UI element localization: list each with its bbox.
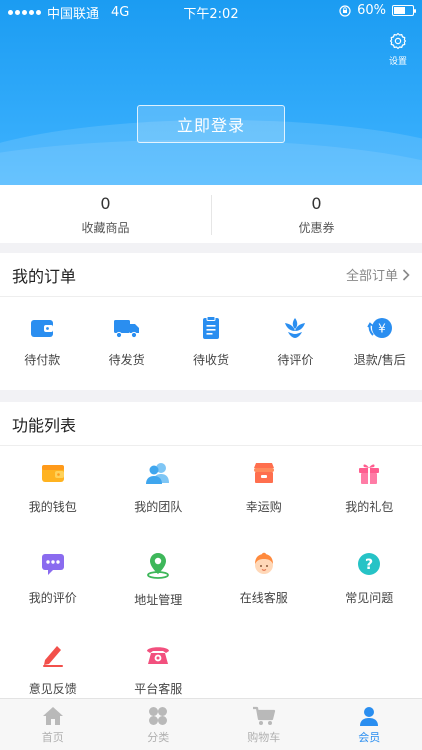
func-label: 常见问题 <box>345 591 394 605</box>
svg-text:¥: ¥ <box>378 322 386 336</box>
func-label: 我的评价 <box>28 591 77 605</box>
settings-button[interactable]: 设置 <box>384 32 412 67</box>
header-banner: 中国联通 4G 下午2:02 60% 设置 立即登录 <box>0 0 422 185</box>
stat-label: 优惠券 <box>298 221 335 235</box>
section-title: 功能列表 <box>12 415 77 435</box>
chat-icon <box>41 554 64 575</box>
all-orders-label: 全部订单 <box>345 269 398 284</box>
func-label: 在线客服 <box>239 591 288 605</box>
location-icon <box>147 553 170 579</box>
func-address[interactable]: 地址管理 <box>106 551 212 642</box>
order-refund[interactable]: ¥ 退款/售后 <box>338 315 422 368</box>
pen-icon <box>42 646 63 667</box>
wallet-icon <box>31 320 54 337</box>
func-label: 地址管理 <box>134 593 183 607</box>
battery-percent: 60% <box>357 3 386 18</box>
help-icon: ? <box>358 553 381 575</box>
section-title: 我的订单 <box>12 266 77 286</box>
stats-bar: 0 收藏商品 0 优惠券 <box>0 185 422 243</box>
category-icon <box>149 707 168 725</box>
svg-text:?: ? <box>365 557 373 573</box>
func-online-service[interactable]: 在线客服 <box>211 551 317 642</box>
home-icon <box>42 707 63 725</box>
order-pending-payment[interactable]: 待付款 <box>0 315 84 368</box>
order-item-label: 退款/售后 <box>353 353 406 367</box>
team-icon <box>146 463 170 484</box>
func-label: 意见反馈 <box>28 682 77 696</box>
refund-icon: ¥ <box>367 318 392 338</box>
stat-value: 0 <box>100 194 111 213</box>
func-label: 平台客服 <box>134 682 183 696</box>
flower-icon <box>285 318 306 338</box>
order-item-label: 待评价 <box>277 353 314 367</box>
func-gift[interactable]: 我的礼包 <box>317 460 422 551</box>
func-reviews[interactable]: 我的评价 <box>0 551 106 642</box>
tab-label: 购物车 <box>247 731 281 744</box>
tab-home[interactable]: 首页 <box>0 699 106 750</box>
member-icon <box>360 707 379 726</box>
order-pending-shipment[interactable]: 待发货 <box>84 315 168 368</box>
stat-coupons[interactable]: 0 优惠券 <box>211 185 422 243</box>
orders-section: 我的订单 全部订单 待付款 待发货 待收货 待评价 ¥ 退款/售后 <box>0 253 422 390</box>
functions-section: 功能列表 我的钱包 我的团队 幸运购 我的礼包 我的评价 地址管理 在线客服 ?… <box>0 402 422 702</box>
clipboard-icon <box>202 316 219 339</box>
tab-label: 首页 <box>41 731 64 744</box>
settings-label: 设置 <box>388 57 407 67</box>
tab-category[interactable]: 分类 <box>106 699 212 750</box>
chevron-right-icon <box>402 268 410 281</box>
battery-icon <box>392 5 416 16</box>
func-lucky-buy[interactable]: 幸运购 <box>211 460 317 551</box>
func-label: 我的礼包 <box>345 500 394 514</box>
bottom-tab-bar: 首页 分类 购物车 会员 <box>0 698 422 750</box>
gear-icon <box>389 32 407 50</box>
wallet-icon <box>41 465 64 482</box>
func-label: 幸运购 <box>245 500 282 514</box>
func-faq[interactable]: ? 常见问题 <box>317 551 422 642</box>
order-pending-receipt[interactable]: 待收货 <box>169 315 253 368</box>
cart-icon <box>252 706 275 725</box>
func-wallet[interactable]: 我的钱包 <box>0 460 106 551</box>
stat-favorites[interactable]: 0 收藏商品 <box>0 185 211 243</box>
shop-icon <box>253 463 274 483</box>
order-item-label: 待付款 <box>24 353 61 367</box>
functions-header: 功能列表 <box>0 402 422 446</box>
tab-label: 分类 <box>147 731 170 744</box>
divider <box>211 195 212 235</box>
orientation-lock-icon <box>339 4 351 17</box>
stat-label: 收藏商品 <box>81 221 130 235</box>
gift-icon <box>359 464 380 484</box>
status-bar: 中国联通 4G 下午2:02 60% <box>0 0 422 22</box>
order-item-label: 待收货 <box>192 353 229 367</box>
orders-header: 我的订单 全部订单 <box>0 253 422 297</box>
order-item-label: 待发货 <box>108 353 145 367</box>
all-orders-link[interactable]: 全部订单 <box>346 265 410 284</box>
order-pending-review[interactable]: 待评价 <box>253 315 337 368</box>
tab-member[interactable]: 会员 <box>317 699 422 750</box>
tab-label: 会员 <box>358 731 381 744</box>
member-screen: 中国联通 4G 下午2:02 60% 设置 立即登录 0 收藏商品 0 优惠券 … <box>0 0 422 750</box>
func-team[interactable]: 我的团队 <box>106 460 212 551</box>
service-icon <box>254 552 273 574</box>
tab-cart[interactable]: 购物车 <box>211 699 317 750</box>
stat-value: 0 <box>311 194 322 213</box>
login-button[interactable]: 立即登录 <box>137 105 285 143</box>
func-label: 我的团队 <box>134 500 183 514</box>
func-label: 我的钱包 <box>28 500 77 514</box>
truck-icon <box>113 320 139 339</box>
phone-icon <box>147 647 170 664</box>
